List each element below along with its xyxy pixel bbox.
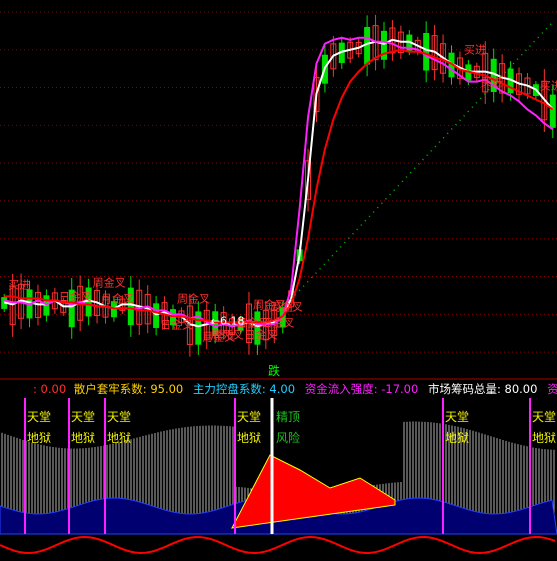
marker-bottom: 地狱 [27,431,51,445]
info-item-chips: 市场筹码总量: 80.00 [427,382,538,396]
info-values: : 0.00 [33,382,67,396]
info-item-retail: 散户套牢系数: 95.00 [73,382,184,396]
marker-bottom: 地狱 [445,431,469,445]
marker-top: 天堂 [27,410,51,424]
marker-bottom: 地狱 [237,431,261,445]
info-item-fund: 资金流 [547,382,557,396]
marker-top: 天堂 [532,410,556,424]
marker-bottom: 地狱 [71,431,95,445]
chart-window: 买进 买进 买进 买进 日金叉 日金叉 周金叉 月金叉 月金叉 周金叉 日金叉 周死叉 周金叉 日金叉 日金… [0,0,557,561]
indicator-info-bar: : 0.00 散户套牢系数: 95.00 主力控盘系数: 4.00 资金流入强度… [0,381,557,397]
marker-bottom: 地狱 [107,431,131,445]
marker-top: 天堂 [107,410,131,424]
marker-bottom: 地狱 [532,431,556,445]
info-item-control: 主力控盘系数: 4.00 [192,382,296,396]
marker-top: 天堂 [71,410,95,424]
indicator-panel: 天堂地狱天堂地狱天堂地狱天堂地狱天堂地狱天堂地狱精顶风险 [0,378,557,555]
info-item-inflow: 资金流入强度: -17.00 [304,382,419,396]
warning-bottom: 风险 [276,430,300,445]
marker-top: 天堂 [445,410,469,424]
warning-top: 精顶 [276,410,300,424]
divider-label: 跌 [268,364,281,378]
marker-top: 天堂 [237,410,261,424]
fund-line [0,535,556,555]
